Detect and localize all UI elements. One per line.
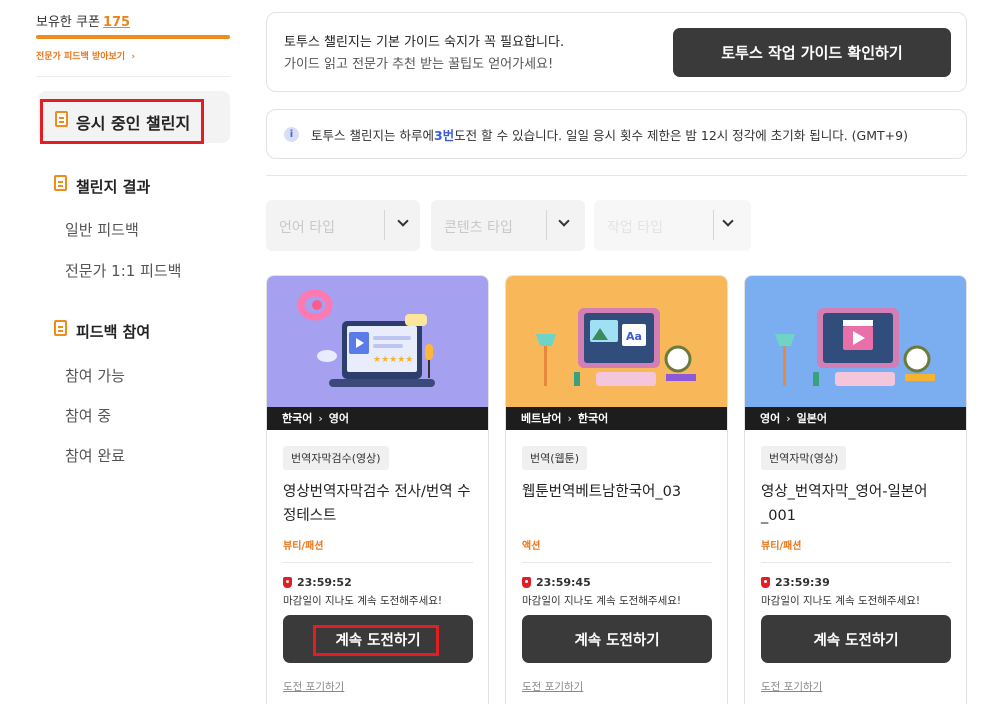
coupon-count[interactable]: 175	[103, 15, 130, 30]
timer-value: 23:59:39	[775, 576, 830, 589]
continue-challenge-button[interactable]: 계속 도전하기	[761, 615, 951, 663]
sidebar-item-available[interactable]: 참여 가능	[65, 365, 125, 386]
coupon-summary: 보유한 쿠폰 175	[36, 11, 130, 30]
sidebar-item-expert-feedback[interactable]: 전문가 1:1 피드백	[65, 260, 181, 281]
challenge-title[interactable]: 영상_번역자막_영어-일본어_001	[761, 480, 951, 528]
filter-placeholder: 작업 타입	[607, 220, 663, 236]
target-language: 일본어	[796, 412, 828, 425]
challenge-card[interactable]: Aa 베트남어 › 한국어 번역(웹툰) 웹툰번역베트남한국어_03 액션 23:5…	[505, 275, 728, 704]
challenge-card[interactable]: 영어 › 일본어 번역자막(영상) 영상_번역자막_영어-일본어_001 뷰티/패션…	[744, 275, 967, 704]
give-up-link[interactable]: 도전 포기하기	[761, 679, 822, 694]
chevron-down-icon	[397, 215, 409, 227]
challenge-title[interactable]: 영상번역자막검수 전사/번역 수정테스트	[283, 480, 473, 528]
target-language: 영어	[328, 412, 350, 425]
guide-banner: 토투스 챌린지는 기본 가이드 숙지가 꼭 필요합니다. 가이드 읽고 전문가 …	[266, 12, 967, 92]
give-up-link[interactable]: 도전 포기하기	[522, 679, 583, 694]
main-divider	[266, 175, 967, 176]
source-language: 영어	[760, 412, 781, 425]
notice-text-after: 도전 할 수 있습니다. 일일 응시 횟수 제한은 밤 12시 정각에 초기화 …	[454, 127, 908, 143]
document-icon	[54, 320, 67, 336]
deadline-message: 마감일이 지나도 계속 도전해주세요!	[522, 595, 682, 607]
timer-value: 23:59:52	[297, 576, 352, 589]
chevron-right-icon: ›	[567, 412, 572, 425]
continue-challenge-button[interactable]: 계속 도전하기	[522, 615, 712, 663]
filter-placeholder: 언어 타입	[279, 220, 335, 236]
coupon-label: 보유한 쿠폰	[36, 15, 100, 30]
language-pair: 한국어 › 영어	[267, 407, 488, 430]
sidebar-item-in-progress[interactable]: 참여 중	[65, 405, 111, 426]
video-laptop-illustration: ★★★★★	[297, 289, 435, 387]
view-guide-button[interactable]: 토투스 작업 가이드 확인하기	[673, 28, 951, 77]
daily-limit-notice: i 토투스 챌린지는 하루에 3번 도전 할 수 있습니다. 일일 응시 횟수 …	[266, 109, 967, 159]
stopwatch-icon	[761, 577, 770, 588]
countdown-timer: 23:59:39	[761, 576, 830, 589]
sidebar-item-completed[interactable]: 참여 완료	[65, 445, 125, 466]
countdown-timer: 23:59:52	[283, 576, 352, 589]
challenge-category: 뷰티/패션	[761, 541, 802, 552]
timer-value: 23:59:45	[536, 576, 591, 589]
chevron-right-icon: ›	[128, 52, 136, 62]
source-language: 한국어	[282, 412, 313, 425]
target-language: 한국어	[577, 412, 609, 425]
chevron-right-icon: ›	[786, 412, 791, 425]
challenge-card[interactable]: ★★★★★ 한국어 › 영어 번역자막검수(영상) 영상번역자막검수 전사/번역 수…	[266, 275, 489, 704]
sidebar-divider	[36, 76, 230, 77]
stopwatch-icon	[283, 577, 292, 588]
guide-text-primary: 토투스 챌린지는 기본 가이드 숙지가 꼭 필요합니다.	[284, 35, 565, 50]
expert-feedback-label: 전문가 피드백 받아보기	[36, 52, 126, 62]
coupon-progress-fill	[36, 35, 230, 39]
challenge-illustration: ★★★★★	[267, 276, 488, 407]
language-pair: 베트남어 › 한국어	[506, 407, 727, 430]
language-pair: 영어 › 일본어	[745, 407, 966, 430]
info-icon: i	[284, 126, 299, 142]
task-tag: 번역자막(영상)	[761, 446, 847, 470]
give-up-link[interactable]: 도전 포기하기	[283, 679, 344, 694]
challenge-category: 액션	[522, 541, 541, 552]
notice-text-before: 토투스 챌린지는 하루에	[311, 127, 434, 143]
coupon-progress-bar	[36, 35, 230, 39]
challenge-category: 뷰티/패션	[283, 541, 324, 552]
task-tag: 번역(웹툰)	[522, 446, 588, 470]
section-feedback-participation[interactable]: 피드백 참여	[76, 321, 150, 342]
section-challenge-results[interactable]: 챌린지 결과	[76, 176, 150, 197]
svg-text:Aa: Aa	[626, 330, 642, 343]
chevron-down-icon	[722, 215, 734, 227]
challenge-illustration: Aa	[506, 276, 727, 407]
webtoon-desk-illustration: Aa	[536, 308, 696, 386]
expert-feedback-link[interactable]: 전문가 피드백 받아보기 ›	[36, 49, 135, 62]
filter-separator	[384, 210, 385, 240]
deadline-message: 마감일이 지나도 계속 도전해주세요!	[283, 595, 443, 607]
card-divider	[761, 562, 951, 563]
filter-separator	[546, 210, 547, 240]
card-divider	[283, 562, 473, 563]
challenge-illustration	[745, 276, 966, 407]
continue-challenge-button[interactable]: 계속 도전하기	[283, 615, 473, 663]
source-language: 베트남어	[521, 412, 562, 425]
chevron-right-icon: ›	[318, 412, 323, 425]
chevron-down-icon	[558, 215, 570, 227]
notice-attempt-count: 3번	[433, 127, 455, 143]
language-type-filter[interactable]: 언어 타입	[266, 200, 420, 251]
challenge-title[interactable]: 웹툰번역베트남한국어_03	[522, 480, 712, 504]
filter-placeholder: 콘텐츠 타입	[444, 220, 513, 236]
highlight-box	[40, 99, 204, 144]
sidebar-item-general-feedback[interactable]: 일반 피드백	[65, 219, 139, 240]
task-tag: 번역자막검수(영상)	[283, 446, 389, 470]
countdown-timer: 23:59:45	[522, 576, 591, 589]
stopwatch-icon	[522, 577, 531, 588]
document-icon	[54, 175, 67, 191]
guide-text-secondary: 가이드 읽고 전문가 추천 받는 꿀팁도 얻어가세요!	[284, 57, 554, 72]
card-divider	[522, 562, 712, 563]
content-type-filter[interactable]: 콘텐츠 타입	[431, 200, 585, 251]
filter-separator	[713, 210, 714, 240]
subtitle-desk-illustration	[775, 308, 935, 386]
task-type-filter[interactable]: 작업 타입	[594, 200, 751, 251]
svg-text:★★★★★: ★★★★★	[373, 355, 413, 365]
deadline-message: 마감일이 지나도 계속 도전해주세요!	[761, 595, 921, 607]
